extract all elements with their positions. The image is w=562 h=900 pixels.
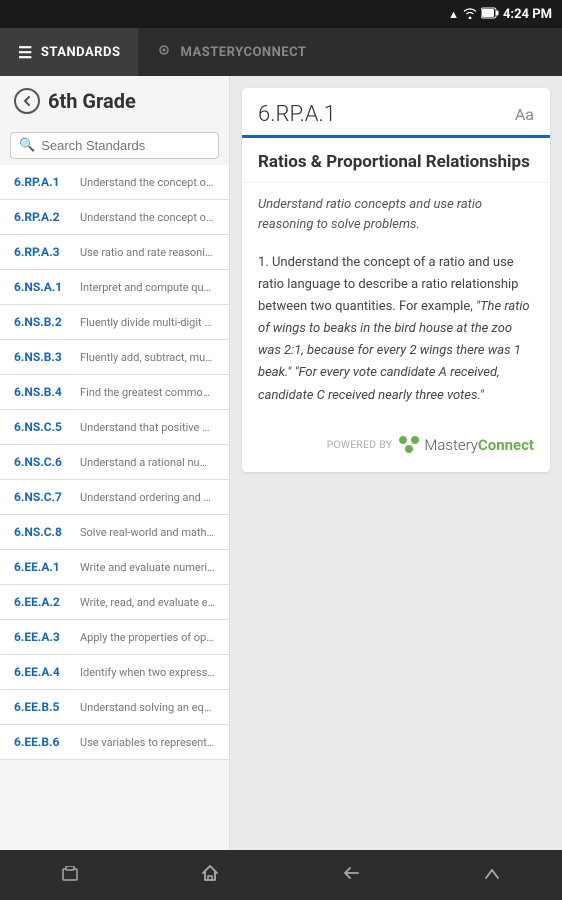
standard-code: 6.RP.A.1 (14, 175, 72, 189)
back-nav-button[interactable] (320, 855, 382, 895)
standard-code: 6.NS.B.4 (14, 385, 72, 399)
signal-icon: ▲ (448, 8, 459, 21)
standards-icon: ☰ (18, 43, 33, 62)
status-icons: ▲ 4:24 PM (448, 7, 552, 22)
back-button[interactable] (14, 88, 40, 114)
standard-code: 6.EE.B.6 (14, 735, 72, 749)
standard-item[interactable]: 6.EE.A.3 Apply the properties of operati… (0, 620, 229, 655)
standard-desc: Fluently divide multi-digit number... (80, 316, 215, 329)
tab-standards[interactable]: ☰ STANDARDS (0, 28, 138, 76)
standard-code: 6.NS.B.2 (14, 315, 72, 329)
standard-item[interactable]: 6.NS.C.5 Understand that positive and ne… (0, 410, 229, 445)
standard-code: 6.NS.B.3 (14, 350, 72, 364)
mc-tab-label: MASTERYCONNECT (180, 45, 306, 60)
mastery-connect-logo: MasteryConnect (398, 435, 534, 456)
standard-desc: Understand the concept of a unit... (80, 211, 215, 224)
standard-desc: Write, read, and evaluate expressi... (80, 596, 215, 609)
standard-item[interactable]: 6.RP.A.3 Use ratio and rate reasoning to… (0, 235, 229, 270)
standard-item[interactable]: 6.EE.A.4 Identify when two expressions a… (0, 655, 229, 690)
standard-desc: Identify when two expressions are... (80, 666, 215, 679)
standard-item[interactable]: 6.EE.A.1 Write and evaluate numerical ex… (0, 550, 229, 585)
mc-logo-text: MasteryConnect (424, 436, 534, 454)
home-button[interactable] (180, 855, 240, 896)
standard-code: 6.NS.C.5 (14, 420, 72, 434)
standard-item[interactable]: 6.NS.B.4 Find the greatest common factor… (0, 375, 229, 410)
standards-list: 6.RP.A.1 Understand the concept of a rat… (0, 165, 229, 850)
right-panel: 6.RP.A.1 Aa Ratios & Proportional Relati… (230, 76, 562, 850)
mc-icon (156, 42, 172, 62)
standard-code: 6.NS.C.7 (14, 490, 72, 504)
standards-tab-label: STANDARDS (41, 45, 121, 60)
status-bar: ▲ 4:24 PM (0, 0, 562, 28)
standard-desc: Solve real-world and mathematica... (80, 526, 215, 539)
mc-dots-icon (398, 435, 420, 456)
detail-subtitle: Understand ratio concepts and use ratio … (242, 183, 550, 242)
standard-code: 6.NS.A.1 (14, 280, 72, 294)
scroll-up-button[interactable] (462, 855, 522, 895)
standard-code: 6.EE.A.1 (14, 560, 72, 574)
nav-bar: ☰ STANDARDS MASTERYCONNECT (0, 28, 562, 76)
main-content: 6th Grade 🔍 6.RP.A.1 Understand the conc… (0, 76, 562, 850)
standard-desc: Use variables to represent numbe... (80, 736, 215, 749)
bottom-nav (0, 850, 562, 900)
standard-desc: Use ratio and rate reasoning to so... (80, 246, 215, 259)
standard-item[interactable]: 6.NS.C.6 Understand a rational number as… (0, 445, 229, 480)
detail-card: 6.RP.A.1 Aa Ratios & Proportional Relati… (242, 88, 550, 472)
standard-code: 6.NS.C.8 (14, 525, 72, 539)
standard-item[interactable]: 6.RP.A.2 Understand the concept of a uni… (0, 200, 229, 235)
standard-code: 6.EE.A.3 (14, 630, 72, 644)
left-panel: 6th Grade 🔍 6.RP.A.1 Understand the conc… (0, 76, 230, 850)
standard-code: 6.EE.B.5 (14, 700, 72, 714)
standard-desc: Understand ordering and absolut... (80, 491, 215, 504)
standard-code: 6.EE.A.2 (14, 595, 72, 609)
standard-desc: Fluently add, subtract, multiply, a... (80, 351, 215, 364)
standard-desc: Find the greatest common factor... (80, 386, 215, 399)
standard-item[interactable]: 6.NS.B.3 Fluently add, subtract, multipl… (0, 340, 229, 375)
standard-item[interactable]: 6.EE.B.6 Use variables to represent numb… (0, 725, 229, 760)
standard-item[interactable]: 6.NS.C.7 Understand ordering and absolut… (0, 480, 229, 515)
standard-code: 6.NS.C.6 (14, 455, 72, 469)
search-input[interactable] (41, 138, 210, 153)
standard-code: 6.EE.A.4 (14, 665, 72, 679)
standard-desc: Understand the concept of a ratio... (80, 176, 215, 189)
detail-standard-code: 6.RP.A.1 (258, 102, 336, 127)
standard-item[interactable]: 6.EE.A.2 Write, read, and evaluate expre… (0, 585, 229, 620)
standard-item[interactable]: 6.EE.B.5 Understand solving an equation … (0, 690, 229, 725)
search-box[interactable]: 🔍 (10, 132, 219, 159)
detail-category: Ratios & Proportional Relationships (242, 138, 550, 183)
recent-apps-button[interactable] (40, 855, 100, 895)
powered-by-text: POWERED BY (327, 440, 393, 451)
grade-title: 6th Grade (48, 89, 136, 113)
powered-by: POWERED BY MasteryConnect (242, 425, 550, 472)
standard-desc: Write and evaluate numerical expr... (80, 561, 215, 574)
standard-item[interactable]: 6.NS.B.2 Fluently divide multi-digit num… (0, 305, 229, 340)
standard-desc: Understand a rational number as... (80, 456, 215, 469)
detail-body: 1. Understand the concept of a ratio and… (242, 242, 550, 425)
status-time: 4:24 PM (503, 7, 552, 22)
standard-desc: Interpret and compute quotients... (80, 281, 215, 294)
detail-header: 6.RP.A.1 Aa (242, 88, 550, 138)
font-size-button[interactable]: Aa (515, 105, 534, 124)
standard-desc: Apply the properties of operations... (80, 631, 215, 644)
search-container: 🔍 (0, 126, 229, 165)
standard-desc: Understand solving an equation o... (80, 701, 215, 714)
battery-icon (481, 7, 499, 22)
standard-item[interactable]: 6.NS.C.8 Solve real-world and mathematic… (0, 515, 229, 550)
standard-item[interactable]: 6.NS.A.1 Interpret and compute quotients… (0, 270, 229, 305)
wifi-icon (463, 7, 477, 22)
tab-masteryconnect[interactable]: MASTERYCONNECT (138, 28, 324, 76)
search-icon: 🔍 (19, 138, 35, 153)
grade-header: 6th Grade (0, 76, 229, 126)
standard-code: 6.RP.A.3 (14, 245, 72, 259)
standard-desc: Understand that positive and neg... (80, 421, 215, 434)
standard-item[interactable]: 6.RP.A.1 Understand the concept of a rat… (0, 165, 229, 200)
standard-code: 6.RP.A.2 (14, 210, 72, 224)
